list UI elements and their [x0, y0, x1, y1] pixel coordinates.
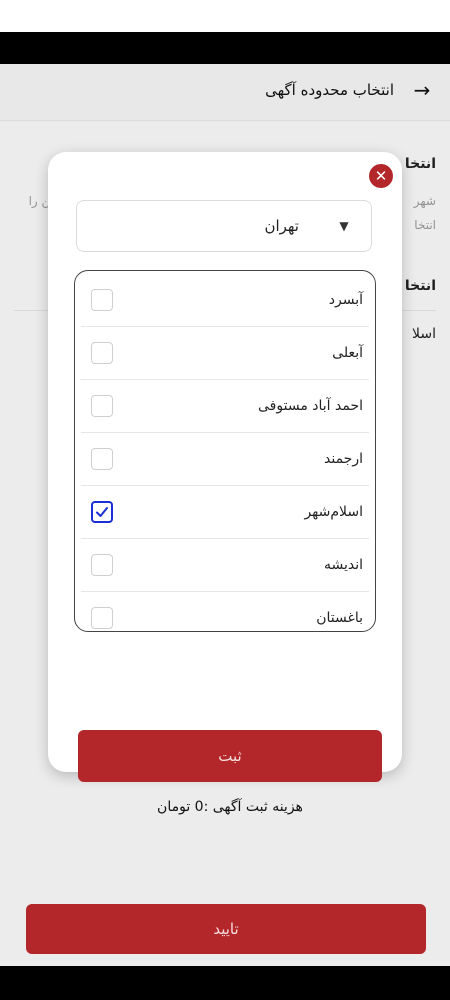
list-item[interactable]: باغستان [81, 593, 369, 631]
list-item[interactable]: آبسرد [81, 275, 369, 327]
list-item[interactable]: اسلام‌شهر [81, 487, 369, 539]
checkbox[interactable] [91, 395, 113, 417]
list-item[interactable]: ارجمند [81, 434, 369, 486]
list-item-label: ارجمند [324, 451, 363, 467]
checkbox[interactable] [91, 342, 113, 364]
app-screen: → انتخاب محدوده آگهی انتخا شهر انتخا ین … [0, 64, 450, 966]
list-item-label: باغستان [316, 610, 363, 626]
close-icon[interactable]: ✕ [369, 164, 393, 188]
list-item-label: احمد آباد مستوفی [258, 398, 363, 414]
checkbox[interactable] [91, 448, 113, 470]
ad-cost-text: هزینه ثبت آگهی :0 تومان [157, 799, 303, 815]
checkbox[interactable] [91, 289, 113, 311]
list-item[interactable]: آبعلی [81, 328, 369, 380]
submit-button[interactable]: ثبت [78, 730, 382, 782]
checkbox[interactable] [91, 607, 113, 629]
district-list[interactable]: آبسرد آبعلی احمد آباد مستوفی ارجمند اسلا… [74, 270, 376, 632]
checkbox[interactable] [91, 554, 113, 576]
list-item-label: اندیشه [323, 557, 363, 573]
list-item[interactable]: اندیشه [81, 540, 369, 592]
status-bar-strip [0, 0, 450, 32]
list-item-label: آبسرد [328, 292, 363, 308]
city-dropdown[interactable]: تهران ▼ [76, 200, 372, 252]
city-dropdown-value: تهران [264, 217, 299, 235]
region-select-dialog: ✕ تهران ▼ آبسرد آبعلی احمد آباد مستوفی ا… [48, 152, 402, 815]
list-item[interactable]: احمد آباد مستوفی [81, 381, 369, 433]
list-item-label: اسلام‌شهر [304, 504, 363, 520]
confirm-button[interactable]: تایید [26, 904, 426, 954]
check-icon [96, 507, 108, 517]
checkbox-checked[interactable] [91, 501, 113, 523]
list-item-label: آبعلی [332, 345, 363, 361]
caret-down-icon: ▼ [339, 219, 349, 233]
